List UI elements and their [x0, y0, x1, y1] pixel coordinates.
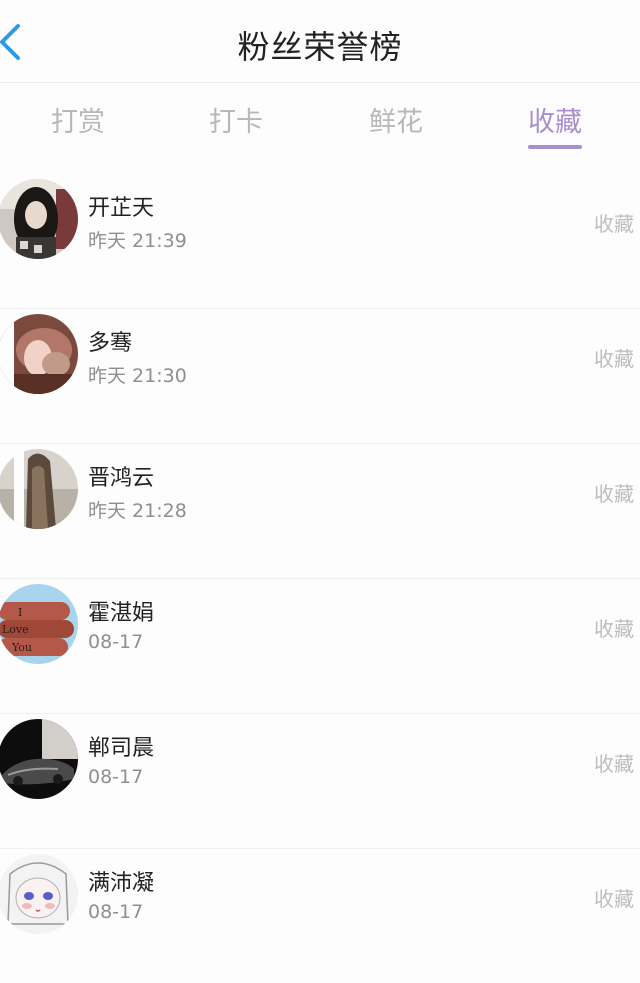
- avatar: [0, 449, 78, 529]
- action-label: 收藏: [594, 617, 634, 641]
- tab-flowers[interactable]: 鲜花: [336, 100, 456, 139]
- tab-reward[interactable]: 打赏: [18, 100, 138, 139]
- tab-checkin[interactable]: 打卡: [176, 100, 296, 139]
- avatar: [0, 854, 78, 934]
- avatar: I Love You: [0, 584, 78, 664]
- list-item[interactable]: 开芷天 昨天 21:39 收藏: [0, 174, 640, 309]
- action-label: 收藏: [594, 347, 634, 371]
- top-bar: 粉丝荣誉榜: [0, 0, 640, 83]
- action-label: 收藏: [594, 482, 634, 506]
- action-label: 收藏: [594, 887, 634, 911]
- tab-favorites[interactable]: 收藏: [495, 100, 615, 139]
- list-item[interactable]: 满沛凝 08-17 收藏: [0, 849, 640, 983]
- list-item[interactable]: 多骞 昨天 21:30 收藏: [0, 309, 640, 444]
- fan-name: 满沛凝: [88, 871, 155, 896]
- fan-time: 08-17: [88, 901, 144, 923]
- fan-time: 昨天 21:28: [88, 500, 187, 522]
- avatar: [0, 314, 78, 394]
- avatar-caption: You: [11, 641, 32, 654]
- fan-name: 霍湛娟: [88, 601, 155, 626]
- list-item[interactable]: I Love You 霍湛娟 08-17 收藏: [0, 579, 640, 714]
- fan-time: 昨天 21:30: [88, 365, 187, 387]
- fan-name: 郸司晨: [88, 736, 155, 761]
- avatar-caption: I: [18, 606, 22, 619]
- fan-name: 开芷天: [88, 196, 155, 221]
- fan-time: 08-17: [88, 631, 144, 653]
- fan-time: 昨天 21:39: [88, 230, 187, 252]
- list-item[interactable]: 郸司晨 08-17 收藏: [0, 714, 640, 849]
- avatar: [0, 719, 78, 799]
- avatar: [0, 179, 78, 259]
- fan-name: 多骞: [88, 331, 133, 356]
- fan-name: 晋鸿云: [88, 466, 155, 491]
- tab-bar: 打赏 打卡 鲜花 收藏: [0, 82, 640, 156]
- page-title: 粉丝荣誉榜: [237, 28, 403, 66]
- avatar-caption: Love: [2, 623, 29, 636]
- action-label: 收藏: [594, 752, 634, 776]
- list-item[interactable]: 晋鸿云 昨天 21:28 收藏: [0, 444, 640, 579]
- action-label: 收藏: [594, 212, 634, 236]
- active-tab-indicator: [528, 145, 582, 149]
- fan-time: 08-17: [88, 766, 144, 788]
